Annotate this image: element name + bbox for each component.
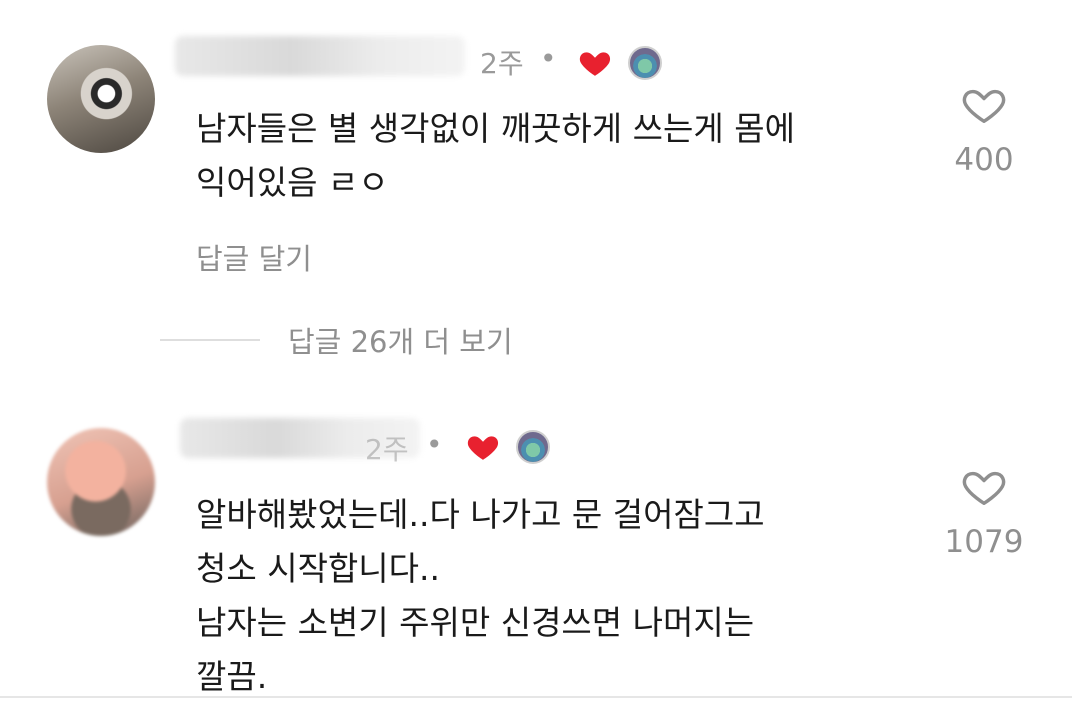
heart-outline-icon[interactable] [960,464,1008,510]
creator-liked-heart-icon [467,436,499,460]
heart-outline-icon[interactable] [960,82,1008,128]
comment-text-line: 익어있음 ㄹㅇ [196,163,389,202]
view-more-replies[interactable]: 답글 26개 더 보기 [160,318,513,362]
separator-dot: • [540,42,557,75]
comment-item: 2주 • 남자들은 별 생각없이 깨끗하게 쓰는게 몸에 익어있음 ㄹㅇ 답글 … [0,0,1072,300]
comment-text-line: 알바해봤었는데..다 나가고 문 걸어잠그고 [196,495,765,534]
comment-text-line: 남자는 소변기 주위만 신경쓰면 나머지는 [196,603,755,642]
comment-text: 남자들은 별 생각없이 깨끗하게 쓰는게 몸에 익어있음 ㄹㅇ [196,102,795,210]
comment-time: 2주 [365,433,409,466]
creator-avatar [516,430,550,464]
comment-time: 2주 [480,47,524,80]
bottom-divider [0,696,1072,698]
comment-text: 알바해봤었는데..다 나가고 문 걸어잠그고 청소 시작합니다.. 남자는 소변… [196,488,765,702]
username-blurred[interactable] [175,36,465,76]
creator-avatar [628,46,662,80]
view-more-replies-label[interactable]: 답글 26개 더 보기 [288,319,513,361]
like-count: 1079 [944,524,1024,560]
like-control[interactable]: 400 [934,82,1034,178]
avatar[interactable] [47,45,155,153]
separator-dot: • [426,428,443,461]
avatar[interactable] [47,428,155,536]
comments-screen: 2주 • 남자들은 별 생각없이 깨끗하게 쓰는게 몸에 익어있음 ㄹㅇ 답글 … [0,0,1072,702]
comment-text-line: 청소 시작합니다.. [196,549,440,588]
comment-text-line: 남자들은 별 생각없이 깨끗하게 쓰는게 몸에 [196,109,795,148]
divider [160,339,260,341]
creator-liked-heart-icon [579,52,611,76]
like-control[interactable]: 1079 [934,464,1034,560]
comment-item: 2주 • 알바해봤었는데..다 나가고 문 걸어잠그고 청소 시작합니다.. 남… [0,400,1072,702]
comment-text-line: 깔끔. [196,657,268,696]
reply-button[interactable]: 답글 달기 [196,236,312,278]
like-count: 400 [954,142,1014,178]
